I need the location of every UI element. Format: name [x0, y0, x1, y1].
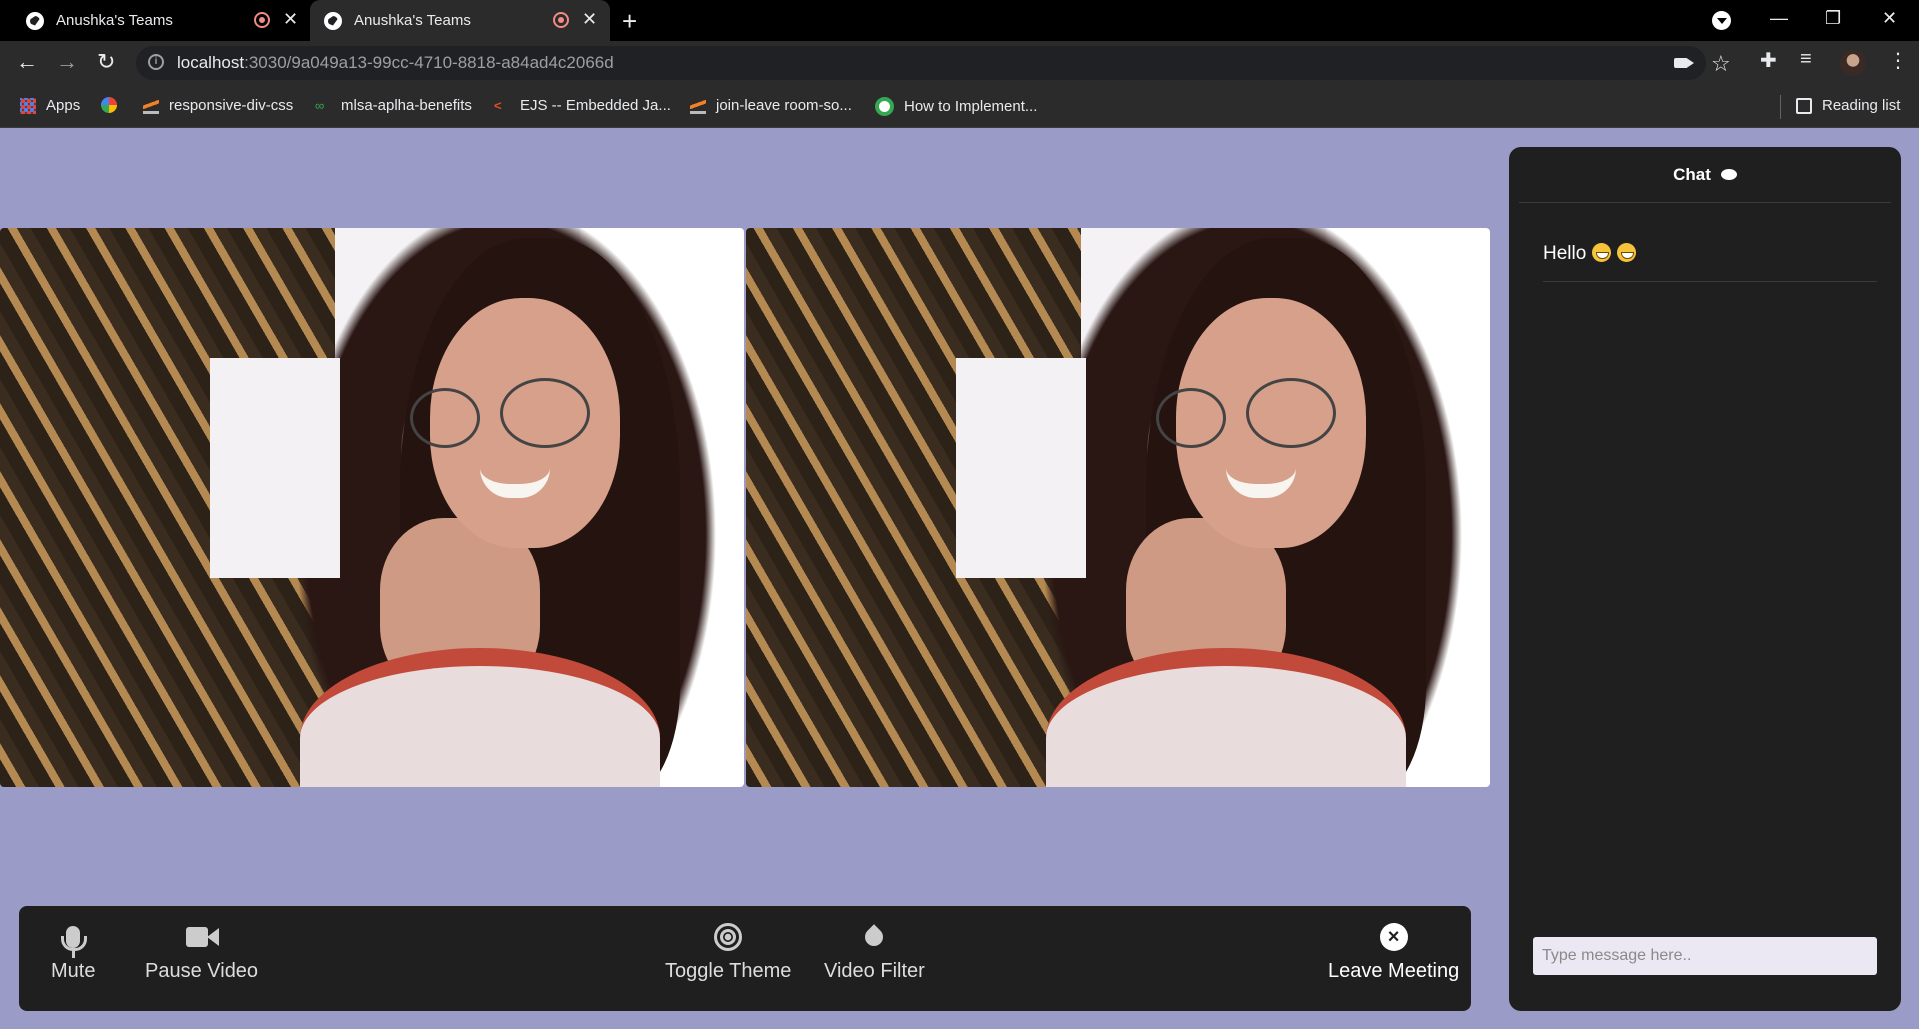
ejs-icon: < [494, 97, 502, 113]
video-filter-button[interactable]: Video Filter [824, 920, 925, 983]
grinning-emoji-icon [1617, 243, 1637, 262]
bookmark-apps[interactable]: Apps [20, 97, 80, 114]
video-person-glasses [500, 378, 590, 448]
bookmarks-bar: Apps responsive-div-css ∞ mlsa-aplha-ben… [0, 85, 1919, 128]
video-grid [0, 228, 1490, 787]
theme-target-icon [714, 923, 743, 951]
extensions-icon[interactable]: ✚ [1760, 48, 1777, 73]
bookmark-separator [1780, 95, 1781, 119]
chat-title: Chat [1673, 165, 1711, 184]
browser-tab-1[interactable]: Anushka's Teams ✕ [0, 0, 310, 41]
remote-video [746, 228, 1490, 787]
browser-tab-2[interactable]: Anushka's Teams ✕ [310, 0, 610, 41]
recording-icon [553, 12, 569, 28]
close-tab-icon[interactable]: ✕ [582, 9, 597, 30]
leave-meeting-button[interactable]: × Leave Meeting [1328, 920, 1459, 983]
local-video [0, 228, 744, 787]
chat-header: Chat [1519, 165, 1891, 203]
reload-icon[interactable]: ↻ [97, 49, 115, 75]
pinwheel-icon [101, 97, 117, 113]
globe-icon [324, 11, 342, 30]
recording-icon [254, 12, 270, 28]
bookmark-star-icon[interactable]: ☆ [1711, 51, 1731, 77]
pause-video-label: Pause Video [145, 960, 259, 982]
mute-label: Mute [51, 960, 96, 982]
profile-avatar[interactable] [1840, 50, 1866, 76]
bookmark-ejs[interactable]: < EJS -- Embedded Ja... [494, 97, 671, 114]
close-tab-icon[interactable]: ✕ [283, 9, 298, 30]
reading-list-icon [1796, 97, 1812, 114]
video-camera-icon [185, 927, 219, 947]
bookmark-mlsa[interactable]: ∞ mlsa-aplha-benefits [315, 97, 472, 114]
video-person-glasses [1246, 378, 1336, 448]
site-info-icon[interactable]: i [148, 54, 164, 70]
media-control-icon[interactable]: ≡ [1800, 48, 1812, 71]
leave-meeting-label: Leave Meeting [1328, 960, 1460, 982]
menu-icon[interactable]: ⋮ [1888, 48, 1908, 73]
toggle-theme-button[interactable]: Toggle Theme [665, 920, 791, 983]
video-person-glasses [410, 388, 480, 448]
close-window-icon[interactable]: ✕ [1882, 8, 1897, 29]
link-icon: ∞ [315, 97, 325, 113]
camera-in-use-icon[interactable] [1674, 58, 1688, 68]
bookmark-responsive-div-css[interactable]: responsive-div-css [143, 97, 293, 114]
meeting-controls: Mute Pause Video Toggle Theme Video Filt… [19, 906, 1471, 1011]
pause-video-button[interactable]: Pause Video [145, 920, 258, 983]
tab-title: Anushka's Teams [56, 12, 173, 29]
leaf-icon [875, 97, 894, 116]
bookmark-how-to-implement[interactable]: How to Implement... [875, 97, 1037, 116]
bookmark-photos[interactable] [101, 97, 127, 113]
back-icon[interactable]: ← [16, 49, 38, 75]
droplet-icon [861, 924, 888, 950]
comments-icon [1720, 169, 1737, 180]
restore-icon[interactable]: ❐ [1825, 8, 1841, 29]
chat-message-input[interactable] [1533, 937, 1877, 975]
close-circle-icon: × [1379, 923, 1408, 951]
chat-message: Hello [1543, 243, 1877, 282]
bookmark-join-leave[interactable]: join-leave room-so... [690, 97, 852, 114]
video-person-glasses [1156, 388, 1226, 448]
new-tab-icon[interactable]: + [622, 6, 637, 37]
forward-icon[interactable]: → [56, 49, 78, 75]
tab-title: Anushka's Teams [354, 12, 471, 29]
reading-list[interactable]: Reading list [1796, 97, 1900, 114]
minimize-icon[interactable]: — [1770, 8, 1788, 29]
stackoverflow-icon [143, 97, 159, 114]
chat-panel: Chat Hello [1509, 147, 1901, 1011]
toggle-theme-label: Toggle Theme [665, 960, 792, 982]
address-bar[interactable]: i localhost:3030/9a049a13-99cc-4710-8818… [136, 46, 1731, 80]
stackoverflow-icon [690, 97, 706, 114]
background-shelf [210, 358, 340, 578]
url-text[interactable]: localhost:3030/9a049a13-99cc-4710-8818-a… [177, 53, 614, 73]
grinning-emoji-icon [1592, 243, 1612, 262]
browser-tab-bar: Anushka's Teams ✕ Anushka's Teams ✕ + — … [0, 0, 1919, 41]
background-shelf [956, 358, 1086, 578]
tab-search-icon[interactable] [1712, 11, 1731, 30]
mute-button[interactable]: Mute [51, 920, 95, 983]
video-filter-label: Video Filter [824, 960, 925, 982]
chat-message-text: Hello [1543, 243, 1587, 264]
microphone-icon [61, 926, 88, 958]
apps-grid-icon [20, 97, 36, 114]
globe-icon [26, 11, 44, 30]
browser-toolbar: ← → ↻ i localhost:3030/9a049a13-99cc-471… [0, 41, 1919, 85]
